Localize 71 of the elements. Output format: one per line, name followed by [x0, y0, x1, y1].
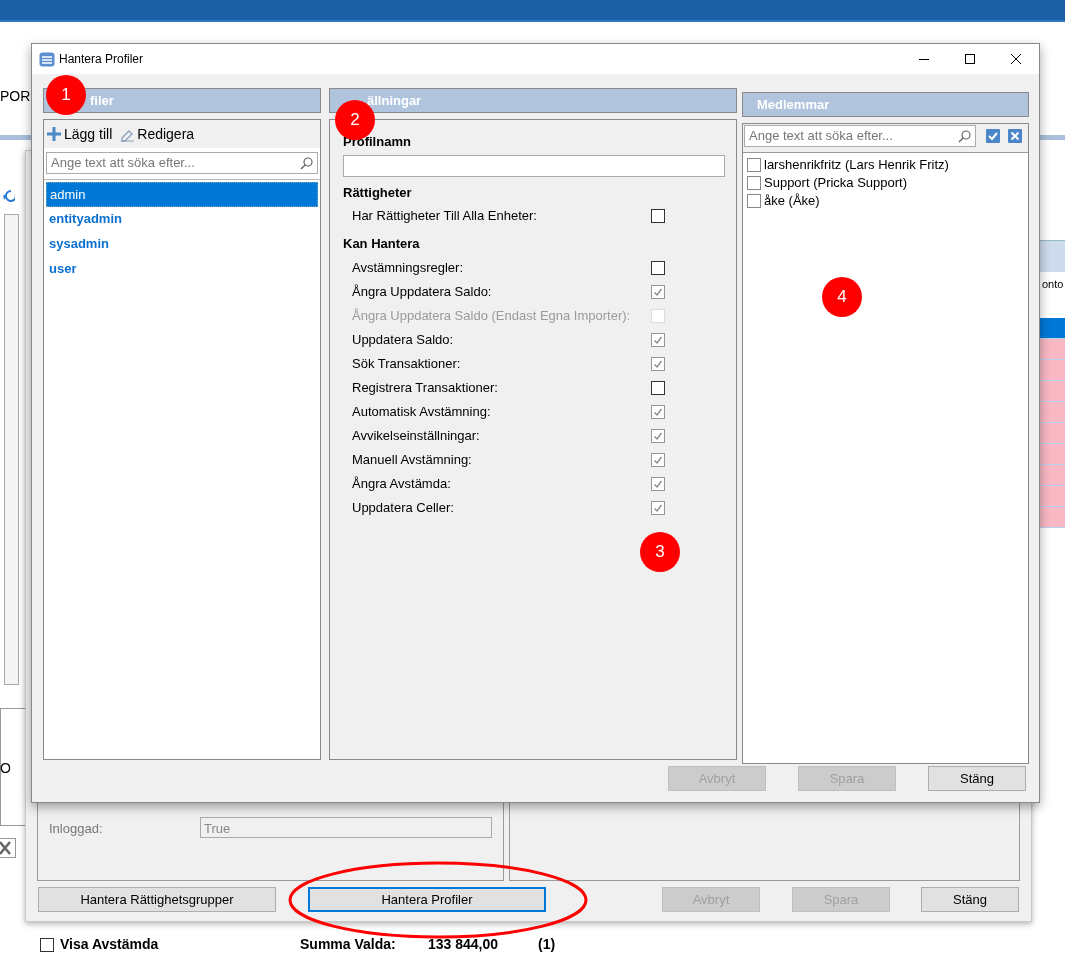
button[interactable]: Stäng — [921, 887, 1019, 912]
list-item[interactable]: admin — [46, 182, 318, 207]
checkbox-label: Avvikelseinställningar: — [352, 426, 481, 445]
checkbox-label: Sök Transaktioner: — [352, 354, 462, 373]
checkbox-label: Ångra Avstämda: — [352, 474, 452, 493]
scrollbar[interactable] — [4, 214, 19, 685]
checkbox-label: Automatisk Avstämning: — [352, 402, 492, 421]
checkbox[interactable] — [651, 500, 665, 515]
window-title: Hantera Profiler — [59, 51, 144, 68]
checkbox-label: Ångra Uppdatera Saldo (Endast Egna Importer): — [352, 306, 632, 325]
button[interactable]: Hantera Profiler — [308, 887, 546, 912]
search-input[interactable]: Ange text att söka efter... — [749, 126, 958, 146]
checkbox[interactable] — [651, 404, 665, 419]
menu-text: POR — [0, 87, 31, 106]
checkbox[interactable] — [651, 332, 665, 347]
button[interactable]: Hantera Rättighetsgrupper — [38, 887, 276, 912]
checkbox-label: Support (Pricka Support) — [764, 174, 908, 193]
field-label: Inloggad: — [49, 820, 103, 838]
checkbox[interactable] — [40, 938, 54, 952]
checkbox-label: Registrera Transaktioner: — [352, 378, 499, 397]
search-field[interactable]: Ange text att söka efter... — [46, 152, 318, 174]
checkbox[interactable] — [651, 452, 665, 467]
button[interactable]: Stäng — [928, 766, 1026, 791]
text-field[interactable] — [343, 154, 725, 177]
checkbox[interactable] — [651, 284, 665, 299]
search-input[interactable]: Ange text att söka efter... — [51, 153, 300, 173]
section-title: Rättigheter — [343, 183, 413, 202]
panel-header: ällningar — [329, 88, 737, 113]
plus-icon — [46, 126, 62, 142]
count-text: (1) — [538, 936, 556, 952]
checkbox[interactable] — [651, 209, 665, 223]
column-header: onto — [1042, 277, 1064, 292]
checkbox-label: larshenrikfritz (Lars Henrik Fritz) — [764, 156, 949, 175]
search-icon — [958, 129, 971, 143]
checkbox[interactable] — [651, 428, 665, 443]
checkbox[interactable] — [651, 380, 665, 395]
checkbox[interactable] — [651, 476, 665, 491]
checkbox[interactable] — [651, 260, 665, 275]
check-all-icon[interactable] — [986, 129, 1000, 143]
status-label: Visa Avstämda — [60, 936, 159, 952]
checkbox[interactable] — [747, 176, 761, 190]
sum-value: 133 844,00 — [428, 936, 499, 952]
checkbox-label: åke (Åke) — [764, 192, 820, 211]
refresh-icon[interactable] — [1, 188, 15, 204]
clear-icon[interactable] — [1008, 129, 1022, 143]
search-icon — [300, 156, 313, 170]
list-item[interactable]: entityadmin — [46, 207, 318, 232]
checkbox-label: Ångra Uppdatera Saldo: — [352, 282, 493, 301]
toolbar-button[interactable]: Lägg till — [46, 123, 113, 145]
list-icon — [39, 51, 55, 67]
panel-header: Medlemmar — [742, 92, 1029, 117]
list-item[interactable]: sysadmin — [46, 232, 318, 257]
list-item[interactable]: user — [46, 257, 318, 282]
grid-header — [1040, 240, 1065, 272]
toolbar-button[interactable]: Redigera — [120, 123, 195, 145]
checkbox[interactable] — [747, 194, 761, 208]
side-text: O — [0, 759, 11, 778]
checkbox-label: Manuell Avstämning: — [352, 450, 473, 469]
maximize-icon[interactable] — [965, 54, 975, 64]
close-icon[interactable] — [1011, 54, 1021, 64]
checkbox[interactable] — [747, 158, 761, 172]
checkbox-label: Uppdatera Celler: — [352, 498, 455, 517]
checkbox-label: Uppdatera Saldo: — [352, 330, 455, 349]
grid-row[interactable] — [1040, 318, 1065, 339]
checkbox-label: Har Rättigheter Till Alla Enheter: — [352, 207, 538, 226]
section-title: Kan Hantera — [343, 235, 421, 253]
checkbox[interactable] — [651, 356, 665, 371]
field-label: Profilnamn — [343, 133, 412, 151]
sum-label: Summa Valda: — [300, 936, 396, 952]
search-field[interactable]: Ange text att söka efter... — [744, 125, 976, 147]
checkbox-label: Avstämningsregler: — [352, 258, 465, 277]
